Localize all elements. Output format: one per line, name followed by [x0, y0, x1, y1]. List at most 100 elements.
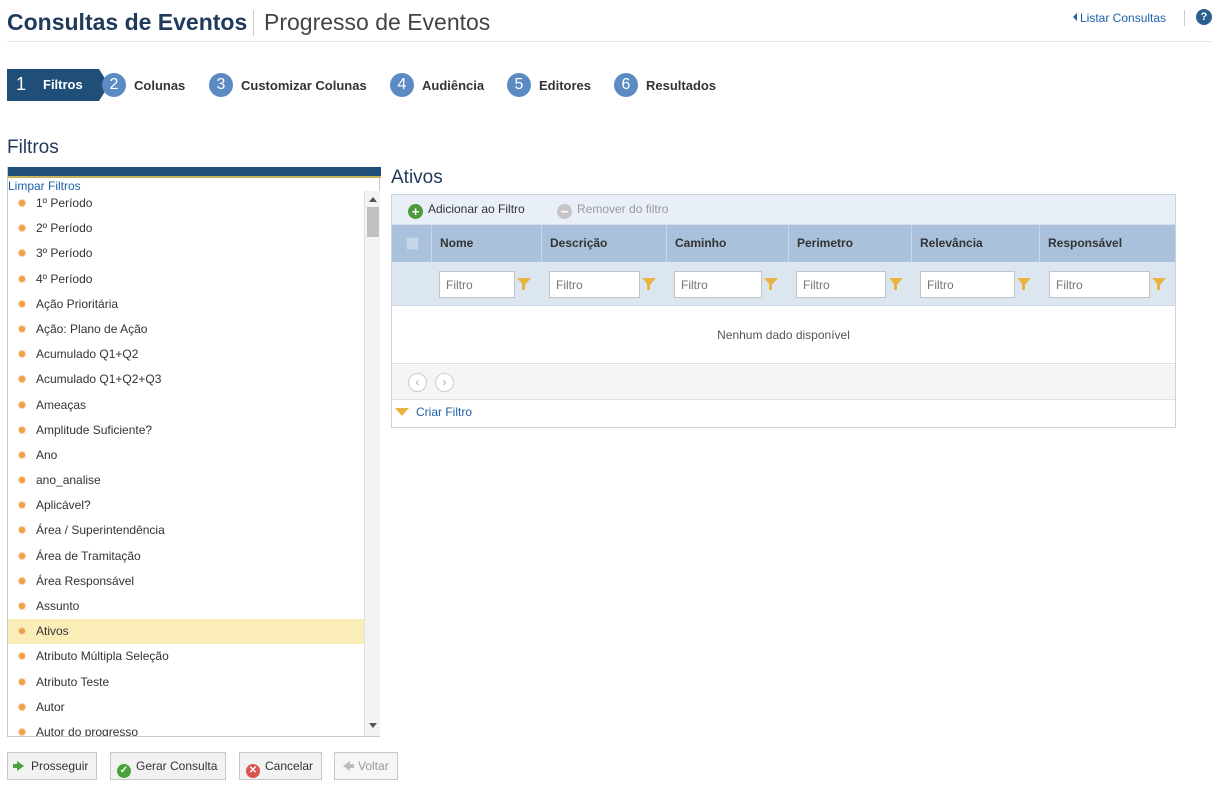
step-label: Audiência [422, 77, 485, 93]
filter-tree-item[interactable]: Assunto [8, 594, 364, 619]
proceed-label: Prosseguir [31, 759, 89, 773]
filter-tree-item-label: Ação Prioritária [36, 296, 119, 311]
filter-tree-item[interactable]: Autor do progresso [8, 720, 364, 736]
bullet-icon [19, 200, 25, 206]
filters-heading: Filtros [7, 137, 59, 158]
create-filter-link[interactable]: Criar Filtro [395, 405, 472, 419]
filter-input-nome[interactable] [439, 271, 515, 298]
step-filtros[interactable]: 1 Filtros [7, 69, 109, 101]
column-header-caminho[interactable]: Caminho [666, 225, 788, 262]
scroll-up-icon[interactable] [369, 197, 377, 202]
filter-tree-item[interactable]: Área Responsável [8, 569, 364, 594]
back-button[interactable]: Voltar [334, 752, 398, 780]
grid-toolbar: + Adicionar ao Filtro − Remover do filtro [392, 195, 1175, 225]
filter-tree-item-label: 4º Período [36, 271, 93, 286]
filter-tree-item[interactable]: Atributo Múltipla Seleção [8, 644, 364, 669]
page-title: Consultas de Eventos [7, 9, 248, 35]
bullet-icon [19, 603, 25, 609]
filter-tree-item-label: 2º Período [36, 221, 93, 236]
filter-tree-item[interactable]: Ativos [8, 619, 364, 645]
filter-tree-item-label: Ação: Plano de Ação [36, 321, 148, 336]
filter-input-caminho[interactable] [674, 271, 762, 298]
filter-tree-item[interactable]: Ação: Plano de Ação [8, 317, 364, 342]
step-audiencia[interactable]: 4 Audiência [390, 73, 484, 97]
filter-tree: 1º Período 2º Período 3º Período 4º Período… [8, 191, 364, 736]
bullet-icon [19, 527, 25, 534]
filter-tree-item[interactable]: 4º Período [8, 267, 364, 292]
filter-tree-item[interactable]: 2º Período [8, 216, 364, 241]
column-header-nome[interactable]: Nome [431, 225, 541, 262]
bullet-icon [19, 401, 25, 408]
step-resultados[interactable]: 6 Resultados [614, 73, 716, 97]
bullet-icon [19, 628, 25, 635]
column-header-perimetro[interactable]: Perimetro [788, 225, 911, 262]
step-number: 2 [102, 73, 126, 97]
step-label: Customizar Colunas [241, 77, 367, 93]
proceed-button[interactable]: Prosseguir [7, 752, 98, 780]
filter-tree-item[interactable]: Acumulado Q1+Q2 [8, 342, 364, 367]
filter-icon[interactable] [642, 278, 656, 290]
generate-query-label: Gerar Consulta [136, 759, 218, 773]
prev-page-button[interactable]: ‹ [408, 373, 427, 392]
generate-query-button[interactable]: ✓ Gerar Consulta [110, 752, 227, 780]
filter-tree-item-label: Acumulado Q1+Q2+Q3 [36, 372, 162, 387]
arrow-right-icon [13, 761, 24, 771]
filter-tree-item[interactable]: 1º Período [8, 191, 364, 216]
next-page-button[interactable]: › [435, 373, 454, 392]
filter-tree-item[interactable]: Ação Prioritária [8, 292, 364, 317]
filter-tree-item[interactable]: Ameaças [8, 393, 364, 418]
filter-tree-item-label: Amplitude Suficiente? [36, 422, 153, 437]
filter-tree-item-label: Autor do progresso [36, 724, 139, 736]
filter-tree-item[interactable]: Acumulado Q1+Q2+Q3 [8, 367, 364, 392]
filter-icon[interactable] [1152, 278, 1166, 290]
back-label: Voltar [358, 759, 389, 773]
remove-from-filter-button[interactable]: − Remover do filtro [557, 202, 668, 219]
filter-input-descricao[interactable] [549, 271, 640, 298]
bullet-icon [19, 250, 25, 257]
bullet-icon [19, 703, 25, 710]
filter-list-panel: Limpar Filtros 1º Período 2º Período 3º Pe… [7, 167, 381, 737]
filter-input-perimetro[interactable] [796, 271, 886, 298]
cancel-circle-icon: ✕ [246, 764, 260, 778]
select-all-checkbox[interactable] [406, 237, 419, 250]
filter-tree-item[interactable]: 3º Período [8, 241, 364, 266]
remove-circle-icon: − [557, 204, 572, 219]
filter-tree-item[interactable]: Área de Tramitação [8, 544, 364, 569]
add-to-filter-button[interactable]: + Adicionar ao Filtro [408, 202, 525, 219]
filter-icon[interactable] [1017, 278, 1031, 290]
filter-icon[interactable] [517, 278, 531, 290]
bullet-icon [19, 477, 25, 484]
filter-tree-item-label: Ameaças [36, 397, 87, 412]
scrollbar-thumb[interactable] [367, 207, 379, 237]
filter-tree-item[interactable]: Atributo Teste [8, 670, 364, 695]
filter-tree-item[interactable]: Autor [8, 695, 364, 720]
filter-tree-item[interactable]: Ano [8, 443, 364, 468]
bullet-icon [19, 325, 25, 332]
active-panel-title: Ativos [391, 167, 443, 188]
filter-tree-item[interactable]: Amplitude Suficiente? [8, 418, 364, 443]
filter-tree-item[interactable]: Aplicável? [8, 493, 364, 518]
step-editores[interactable]: 5 Editores [507, 73, 591, 97]
filter-grid: + Adicionar ao Filtro − Remover do filtro … [391, 194, 1176, 428]
column-header-relevancia[interactable]: Relevância [911, 225, 1039, 262]
list-queries-link[interactable]: Listar Consultas [1073, 11, 1166, 25]
filter-tree-item[interactable]: Área / Superintendência [8, 518, 364, 543]
filter-icon[interactable] [889, 278, 903, 290]
step-colunas[interactable]: 2 Colunas [102, 73, 185, 97]
filter-icon[interactable] [764, 278, 778, 290]
filter-input-responsavel[interactable] [1049, 271, 1150, 298]
filter-tree-item-label: ano_analise [36, 473, 101, 488]
cancel-button[interactable]: ✕ Cancelar [239, 752, 323, 780]
column-header-responsavel[interactable]: Responsável [1039, 225, 1175, 262]
column-header-descricao[interactable]: Descrição [541, 225, 666, 262]
step-customizar-colunas[interactable]: 3 Customizar Colunas [209, 73, 367, 97]
scroll-down-icon[interactable] [369, 723, 377, 728]
vertical-scrollbar[interactable] [364, 191, 380, 736]
bullet-icon [19, 728, 25, 735]
add-to-filter-label: Adicionar ao Filtro [428, 202, 525, 216]
filter-tree-item[interactable]: ano_analise [8, 468, 364, 493]
filter-input-relevancia[interactable] [920, 271, 1015, 298]
title-separator [253, 10, 254, 36]
step-label: Resultados [646, 77, 717, 93]
help-icon[interactable]: ? [1196, 9, 1212, 25]
